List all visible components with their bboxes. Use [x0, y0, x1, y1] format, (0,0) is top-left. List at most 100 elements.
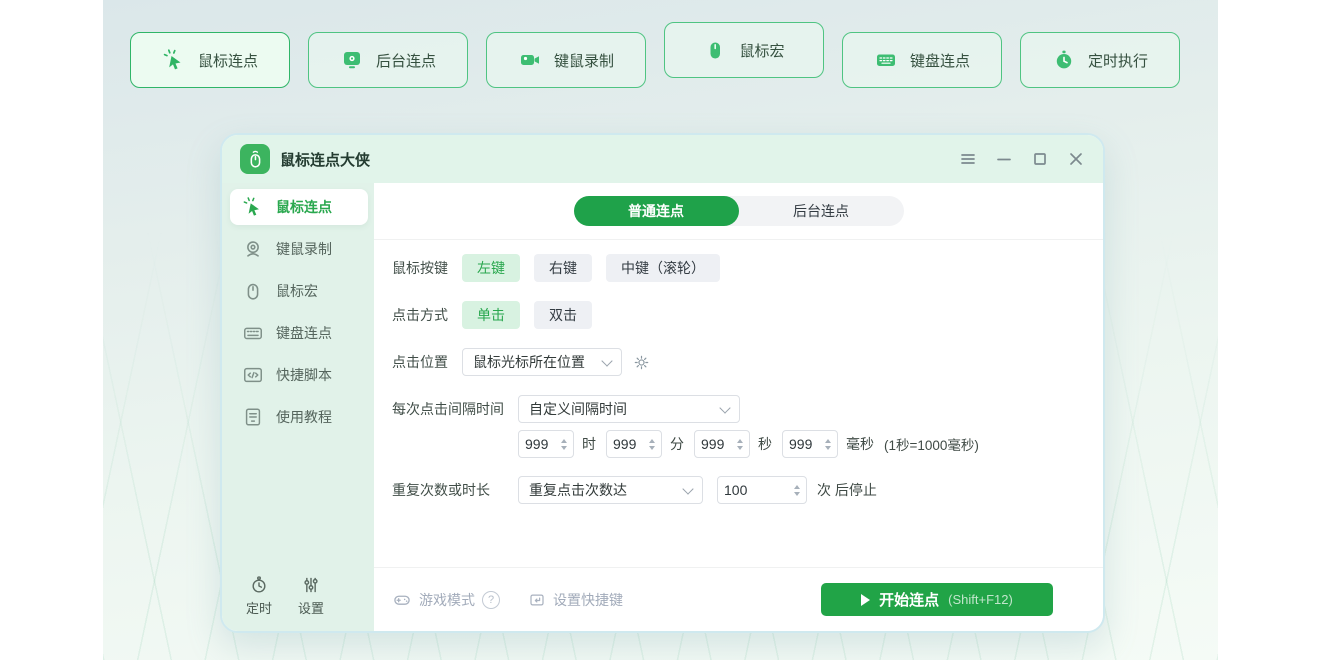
video-camera-icon — [518, 48, 542, 72]
sliders-icon — [301, 575, 321, 595]
hotkey-label: 设置快捷键 — [553, 590, 623, 610]
tab-scheduled-run[interactable]: 定时执行 — [1020, 32, 1180, 88]
help-icon[interactable]: ? — [482, 591, 500, 609]
mode-segmented-control: 普通连点 后台连点 — [574, 196, 904, 226]
sidebar-item-label: 鼠标连点 — [276, 197, 332, 217]
game-mode-label: 游戏模式 — [419, 590, 475, 610]
tab-keyboard-clicker[interactable]: 键盘连点 — [842, 32, 1002, 88]
mode-tab-normal[interactable]: 普通连点 — [574, 196, 739, 226]
tab-label: 鼠标宏 — [739, 40, 784, 61]
webcam-icon — [242, 238, 264, 260]
maximize-icon[interactable] — [1031, 150, 1049, 168]
code-window-icon — [242, 364, 264, 386]
sidebar-item-label: 快捷脚本 — [276, 365, 332, 385]
mouse-button-left[interactable]: 左键 — [462, 254, 520, 282]
interval-hours-field[interactable] — [518, 430, 574, 458]
click-type-label: 点击方式 — [392, 305, 448, 325]
sidebar-item-label: 鼠标宏 — [276, 281, 318, 301]
start-button-shortcut: (Shift+F12) — [948, 592, 1013, 607]
repeat-count-field[interactable] — [717, 476, 807, 504]
action-bar: 游戏模式 ? 设置快捷键 开始连点 (Shift+F12) — [374, 567, 1103, 631]
chevron-down-icon — [719, 402, 730, 413]
close-icon[interactable] — [1067, 150, 1085, 168]
sidebar-item-mouse-macro[interactable]: 鼠标宏 — [230, 273, 368, 309]
start-button-label: 开始连点 — [879, 589, 939, 610]
tab-label: 后台连点 — [376, 50, 436, 71]
stepper-icon[interactable] — [649, 439, 655, 450]
interval-mode-select[interactable]: 自定义间隔时间 — [518, 395, 740, 423]
interval-minutes-input[interactable] — [613, 436, 645, 452]
stepper-icon[interactable] — [825, 439, 831, 450]
keyboard-icon — [874, 48, 898, 72]
sidebar-settings-label: 设置 — [298, 598, 324, 617]
start-clicking-button[interactable]: 开始连点 (Shift+F12) — [821, 583, 1053, 616]
repeat-count-input[interactable] — [724, 482, 790, 498]
tab-label: 鼠标连点 — [198, 50, 258, 71]
sidebar-item-record[interactable]: 键鼠录制 — [230, 231, 368, 267]
mode-tab-header: 普通连点 后台连点 — [374, 183, 1103, 240]
interval-hours-input[interactable] — [525, 436, 557, 452]
mode-tab-background[interactable]: 后台连点 — [739, 196, 904, 226]
mouse-button-row: 鼠标按键 左键 右键 中键（滚轮） — [392, 254, 1085, 282]
click-type-row: 点击方式 单击 双击 — [392, 301, 1085, 329]
sidebar-item-quick-script[interactable]: 快捷脚本 — [230, 357, 368, 393]
click-type-single[interactable]: 单击 — [462, 301, 520, 329]
cursor-click-icon — [242, 196, 264, 218]
stopwatch-icon — [249, 575, 269, 595]
app-logo-mouse-icon — [240, 144, 270, 174]
tab-record[interactable]: 键鼠录制 — [486, 32, 646, 88]
window-title: 鼠标连点大侠 — [280, 149, 370, 170]
interval-label: 每次点击间隔时间 — [392, 399, 504, 419]
tab-mouse-clicker[interactable]: 鼠标连点 — [130, 32, 290, 88]
interval-minutes-unit: 分 — [670, 434, 684, 454]
click-type-double[interactable]: 双击 — [534, 301, 592, 329]
sidebar-timer-button[interactable]: 定时 — [246, 575, 272, 617]
title-bar: 鼠标连点大侠 — [222, 135, 1103, 183]
window-controls — [959, 150, 1085, 168]
monitor-icon — [340, 48, 364, 72]
sidebar-item-mouse-clicker[interactable]: 鼠标连点 — [230, 189, 368, 225]
interval-fields-row: 时 分 秒 毫秒 (1秒=1000毫秒) — [392, 430, 1085, 458]
interval-seconds-field[interactable] — [694, 430, 750, 458]
mouse-button-label: 鼠标按键 — [392, 258, 448, 278]
stepper-icon[interactable] — [794, 485, 800, 496]
stepper-icon[interactable] — [561, 439, 567, 450]
sidebar-settings-button[interactable]: 设置 — [298, 575, 324, 617]
repeat-mode-select[interactable]: 重复点击次数达 — [518, 476, 703, 504]
minimize-icon[interactable] — [995, 150, 1013, 168]
mouse-button-middle[interactable]: 中键（滚轮） — [606, 254, 720, 282]
tab-mouse-macro[interactable]: 鼠标宏 — [664, 22, 824, 78]
sidebar-item-label: 键盘连点 — [276, 323, 332, 343]
interval-ms-field[interactable] — [782, 430, 838, 458]
interval-minutes-field[interactable] — [606, 430, 662, 458]
gear-icon[interactable] — [632, 353, 651, 372]
interval-seconds-unit: 秒 — [758, 434, 772, 454]
sidebar-item-tutorial[interactable]: 使用教程 — [230, 399, 368, 435]
game-mode-button[interactable]: 游戏模式 ? — [392, 590, 500, 610]
repeat-mode-value: 重复点击次数达 — [529, 480, 627, 500]
repeat-row: 重复次数或时长 重复点击次数达 次 后停止 — [392, 476, 1085, 504]
cursor-click-icon — [162, 48, 186, 72]
settings-form: 鼠标按键 左键 右键 中键（滚轮） 点击方式 单击 双击 点击位置 鼠标光标所在… — [374, 254, 1103, 504]
sidebar-item-keyboard-clicker[interactable]: 键盘连点 — [230, 315, 368, 351]
interval-ms-unit: 毫秒 — [846, 434, 874, 454]
stepper-icon[interactable] — [737, 439, 743, 450]
keyboard-icon — [242, 322, 264, 344]
mouse-button-right[interactable]: 右键 — [534, 254, 592, 282]
click-position-select[interactable]: 鼠标光标所在位置 — [462, 348, 622, 376]
click-position-value: 鼠标光标所在位置 — [473, 352, 585, 372]
interval-mode-value: 自定义间隔时间 — [529, 399, 627, 419]
tab-label: 键鼠录制 — [554, 50, 614, 71]
repeat-suffix: 次 后停止 — [817, 480, 877, 500]
repeat-label: 重复次数或时长 — [392, 480, 504, 500]
hotkey-settings-button[interactable]: 设置快捷键 — [528, 590, 623, 610]
menu-icon[interactable] — [959, 150, 977, 168]
chevron-down-icon — [682, 483, 693, 494]
tutorial-icon — [242, 406, 264, 428]
main-content: 普通连点 后台连点 鼠标按键 左键 右键 中键（滚轮） 点击方式 单击 双击 点… — [374, 183, 1103, 631]
interval-ms-input[interactable] — [789, 436, 821, 452]
interval-seconds-input[interactable] — [701, 436, 733, 452]
interval-hours-unit: 时 — [582, 434, 596, 454]
tab-label: 定时执行 — [1088, 50, 1148, 71]
tab-background-clicker[interactable]: 后台连点 — [308, 32, 468, 88]
